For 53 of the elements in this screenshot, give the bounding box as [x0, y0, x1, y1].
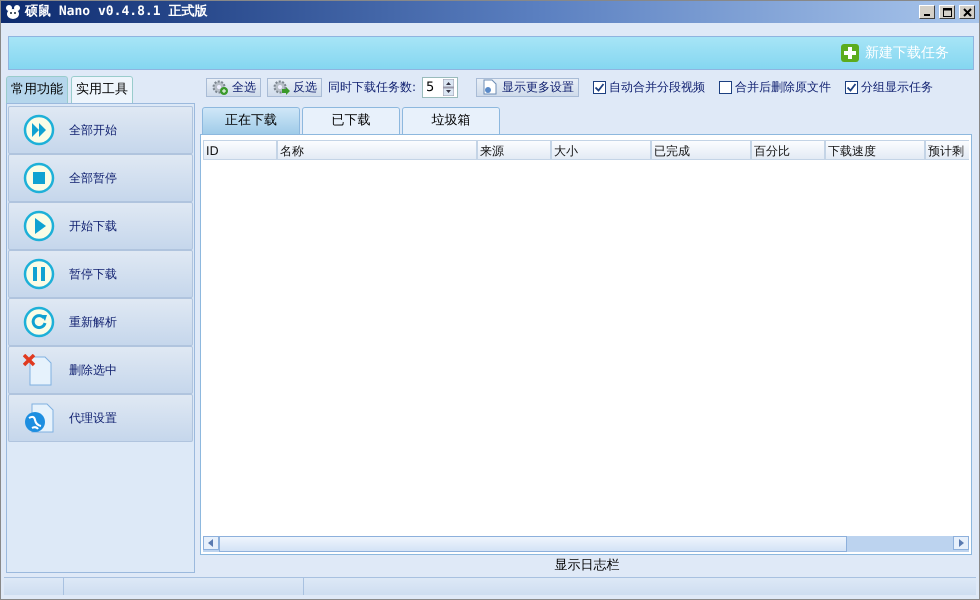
- side-action-button[interactable]: 重新解析: [8, 298, 193, 346]
- side-action-button[interactable]: 全部暂停: [8, 154, 193, 202]
- refresh-icon: [23, 306, 55, 338]
- maximize-button[interactable]: [939, 5, 955, 19]
- tab[interactable]: 已下载: [302, 107, 400, 134]
- settings-page-icon: [481, 79, 500, 95]
- column-header[interactable]: 名称: [277, 140, 477, 160]
- scroll-left-icon[interactable]: [203, 536, 219, 550]
- checkbox-label: 分组显示任务: [861, 79, 934, 96]
- column-header[interactable]: 下载速度: [825, 140, 925, 160]
- checkbox-label: 自动合并分段视频: [609, 79, 706, 96]
- side-tab[interactable]: 实用工具: [71, 76, 133, 102]
- mouse-icon: [5, 4, 21, 20]
- horizontal-scrollbar[interactable]: [203, 536, 969, 552]
- concurrent-label: 同时下载任务数:: [328, 79, 416, 96]
- checkbox[interactable]: [719, 80, 732, 94]
- column-header[interactable]: 已完成: [651, 140, 751, 160]
- side-action-button[interactable]: 删除选中: [8, 346, 193, 394]
- log-toggle-button[interactable]: 显示日志栏: [200, 555, 974, 577]
- side-action-button[interactable]: 开始下载: [8, 202, 193, 250]
- column-header[interactable]: ID: [203, 140, 277, 160]
- invert-selection-button[interactable]: 反选: [267, 78, 322, 96]
- side-action-button[interactable]: 代理设置: [8, 394, 193, 442]
- column-header[interactable]: 百分比: [751, 140, 825, 160]
- scroll-right-icon[interactable]: [953, 536, 969, 550]
- gear-plus-icon: [211, 79, 229, 95]
- column-header[interactable]: 大小: [551, 140, 651, 160]
- side-tab[interactable]: 常用功能: [6, 76, 68, 102]
- more-settings-button[interactable]: 显示更多设置: [476, 78, 580, 96]
- side-action-button[interactable]: 全部开始: [8, 106, 193, 154]
- checkbox[interactable]: [593, 80, 606, 94]
- plus-icon: [841, 44, 859, 62]
- side-action-button[interactable]: 暂停下载: [8, 250, 193, 298]
- select-all-button[interactable]: 全选: [206, 78, 261, 96]
- column-header[interactable]: 预计剩: [925, 140, 969, 160]
- window-title: 硕鼠 Nano v0.4.8.1 正式版: [25, 3, 208, 22]
- close-icon: [961, 6, 973, 18]
- minimize-icon: [924, 14, 930, 16]
- fast-forward-icon: [23, 114, 55, 146]
- concurrent-count-field[interactable]: 5: [422, 76, 458, 98]
- globe-file-icon: [23, 402, 55, 434]
- column-header[interactable]: 来源: [477, 140, 551, 160]
- checkbox[interactable]: [845, 80, 858, 94]
- pause-icon: [23, 258, 55, 290]
- tab[interactable]: 正在下载: [202, 107, 300, 134]
- gear-arrow-icon: [272, 79, 290, 95]
- play-icon: [23, 210, 55, 242]
- minimize-button[interactable]: [919, 5, 935, 19]
- stop-icon: [23, 162, 55, 194]
- tab[interactable]: 垃圾箱: [402, 107, 500, 134]
- close-button[interactable]: [959, 5, 975, 19]
- maximize-icon: [941, 6, 953, 18]
- checkbox-label: 合并后删除原文件: [735, 79, 832, 96]
